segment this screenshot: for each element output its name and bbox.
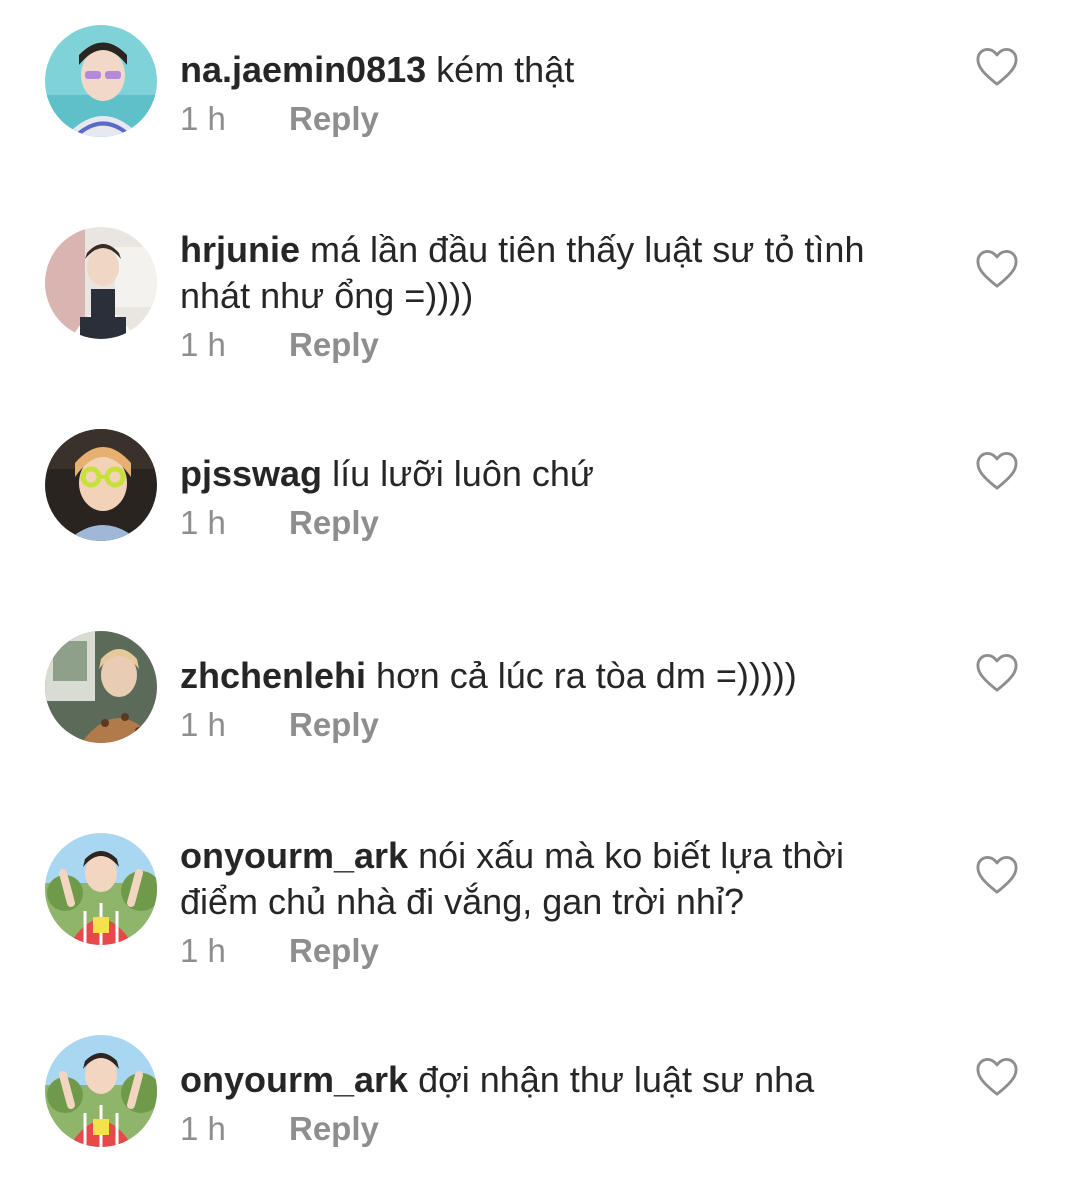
comment-meta: 1 h Reply — [180, 501, 880, 545]
like-heart-icon[interactable] — [974, 449, 1020, 491]
comment-meta: 1 h Reply — [180, 703, 880, 747]
reply-button[interactable]: Reply — [289, 323, 379, 367]
comment-username[interactable]: hrjunie — [180, 229, 300, 270]
comment-body: onyourm_ark đợi nhận thư luật sư nha 1 h… — [180, 1057, 880, 1151]
avatar[interactable] — [45, 631, 157, 743]
avatar[interactable] — [45, 25, 157, 137]
comment-text-line: hrjunie má lần đầu tiên thấy luật sư tỏ … — [180, 227, 880, 319]
comment-text-line: onyourm_ark nói xấu mà ko biết lựa thời … — [180, 833, 880, 925]
comment-text: kém thật — [436, 49, 575, 90]
comment-text-line: pjsswag líu lưỡi luôn chứ — [180, 451, 880, 497]
comment-text-line: na.jaemin0813 kém thật — [180, 47, 880, 93]
like-heart-icon[interactable] — [974, 1055, 1020, 1097]
reply-button[interactable]: Reply — [289, 97, 379, 141]
comment-meta: 1 h Reply — [180, 323, 880, 367]
comment-username[interactable]: onyourm_ark — [180, 1059, 408, 1100]
comment-username[interactable]: zhchenlehi — [180, 655, 366, 696]
comment-text: líu lưỡi luôn chứ — [332, 453, 594, 494]
comment-text: đợi nhận thư luật sư nha — [418, 1059, 815, 1100]
comment-text-line: onyourm_ark đợi nhận thư luật sư nha — [180, 1057, 880, 1103]
comment-time: 1 h — [180, 100, 226, 137]
comment-username[interactable]: na.jaemin0813 — [180, 49, 426, 90]
comment-time: 1 h — [180, 932, 226, 969]
avatar[interactable] — [45, 1035, 157, 1147]
comment-username[interactable]: onyourm_ark — [180, 835, 408, 876]
reply-button[interactable]: Reply — [289, 1107, 379, 1151]
avatar[interactable] — [45, 833, 157, 945]
comment-body: onyourm_ark nói xấu mà ko biết lựa thời … — [180, 833, 880, 973]
reply-button[interactable]: Reply — [289, 929, 379, 973]
comment-body: pjsswag líu lưỡi luôn chứ 1 h Reply — [180, 451, 880, 545]
comment-username[interactable]: pjsswag — [180, 453, 322, 494]
like-heart-icon[interactable] — [974, 853, 1020, 895]
like-heart-icon[interactable] — [974, 45, 1020, 87]
comment-meta: 1 h Reply — [180, 97, 880, 141]
comment-time: 1 h — [180, 326, 226, 363]
comment-body: hrjunie má lần đầu tiên thấy luật sư tỏ … — [180, 227, 880, 367]
reply-button[interactable]: Reply — [289, 501, 379, 545]
like-heart-icon[interactable] — [974, 651, 1020, 693]
comment-time: 1 h — [180, 1110, 226, 1147]
comment-meta: 1 h Reply — [180, 1107, 880, 1151]
comment-body: na.jaemin0813 kém thật 1 h Reply — [180, 47, 880, 141]
comment-time: 1 h — [180, 504, 226, 541]
comment-meta: 1 h Reply — [180, 929, 880, 973]
like-heart-icon[interactable] — [974, 247, 1020, 289]
comment-time: 1 h — [180, 706, 226, 743]
comment-text: hơn cả lúc ra tòa dm =))))) — [376, 655, 797, 696]
avatar[interactable] — [45, 429, 157, 541]
comment-body: zhchenlehi hơn cả lúc ra tòa dm =))))) 1… — [180, 653, 880, 747]
comment-text-line: zhchenlehi hơn cả lúc ra tòa dm =))))) — [180, 653, 880, 699]
avatar[interactable] — [45, 227, 157, 339]
reply-button[interactable]: Reply — [289, 703, 379, 747]
